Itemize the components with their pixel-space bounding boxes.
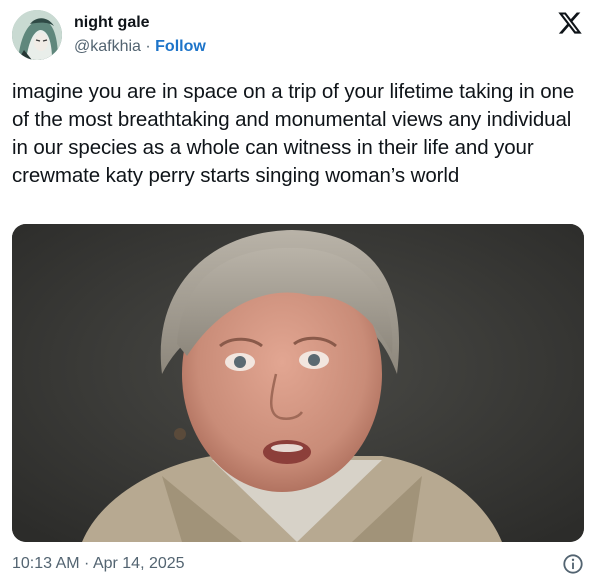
handle-line: @kafkhia · Follow xyxy=(74,38,206,56)
x-logo-icon[interactable] xyxy=(557,10,583,36)
user-handle[interactable]: @kafkhia xyxy=(74,38,141,55)
info-icon[interactable] xyxy=(562,553,584,575)
follow-button[interactable]: Follow xyxy=(155,38,206,55)
tweet-timestamp[interactable]: 10:13 AM · Apr 14, 2025 xyxy=(12,555,185,573)
tweet-media[interactable] xyxy=(12,224,584,542)
display-name[interactable]: night gale xyxy=(74,14,150,32)
avatar[interactable] xyxy=(12,10,62,60)
tweet-card: night gale @kafkhia · Follow imagine you… xyxy=(0,0,600,586)
separator: · xyxy=(140,38,156,55)
tweet-text: imagine you are in space on a trip of yo… xyxy=(12,80,575,187)
media-photo xyxy=(12,224,584,542)
avatar-illustration xyxy=(12,10,62,60)
